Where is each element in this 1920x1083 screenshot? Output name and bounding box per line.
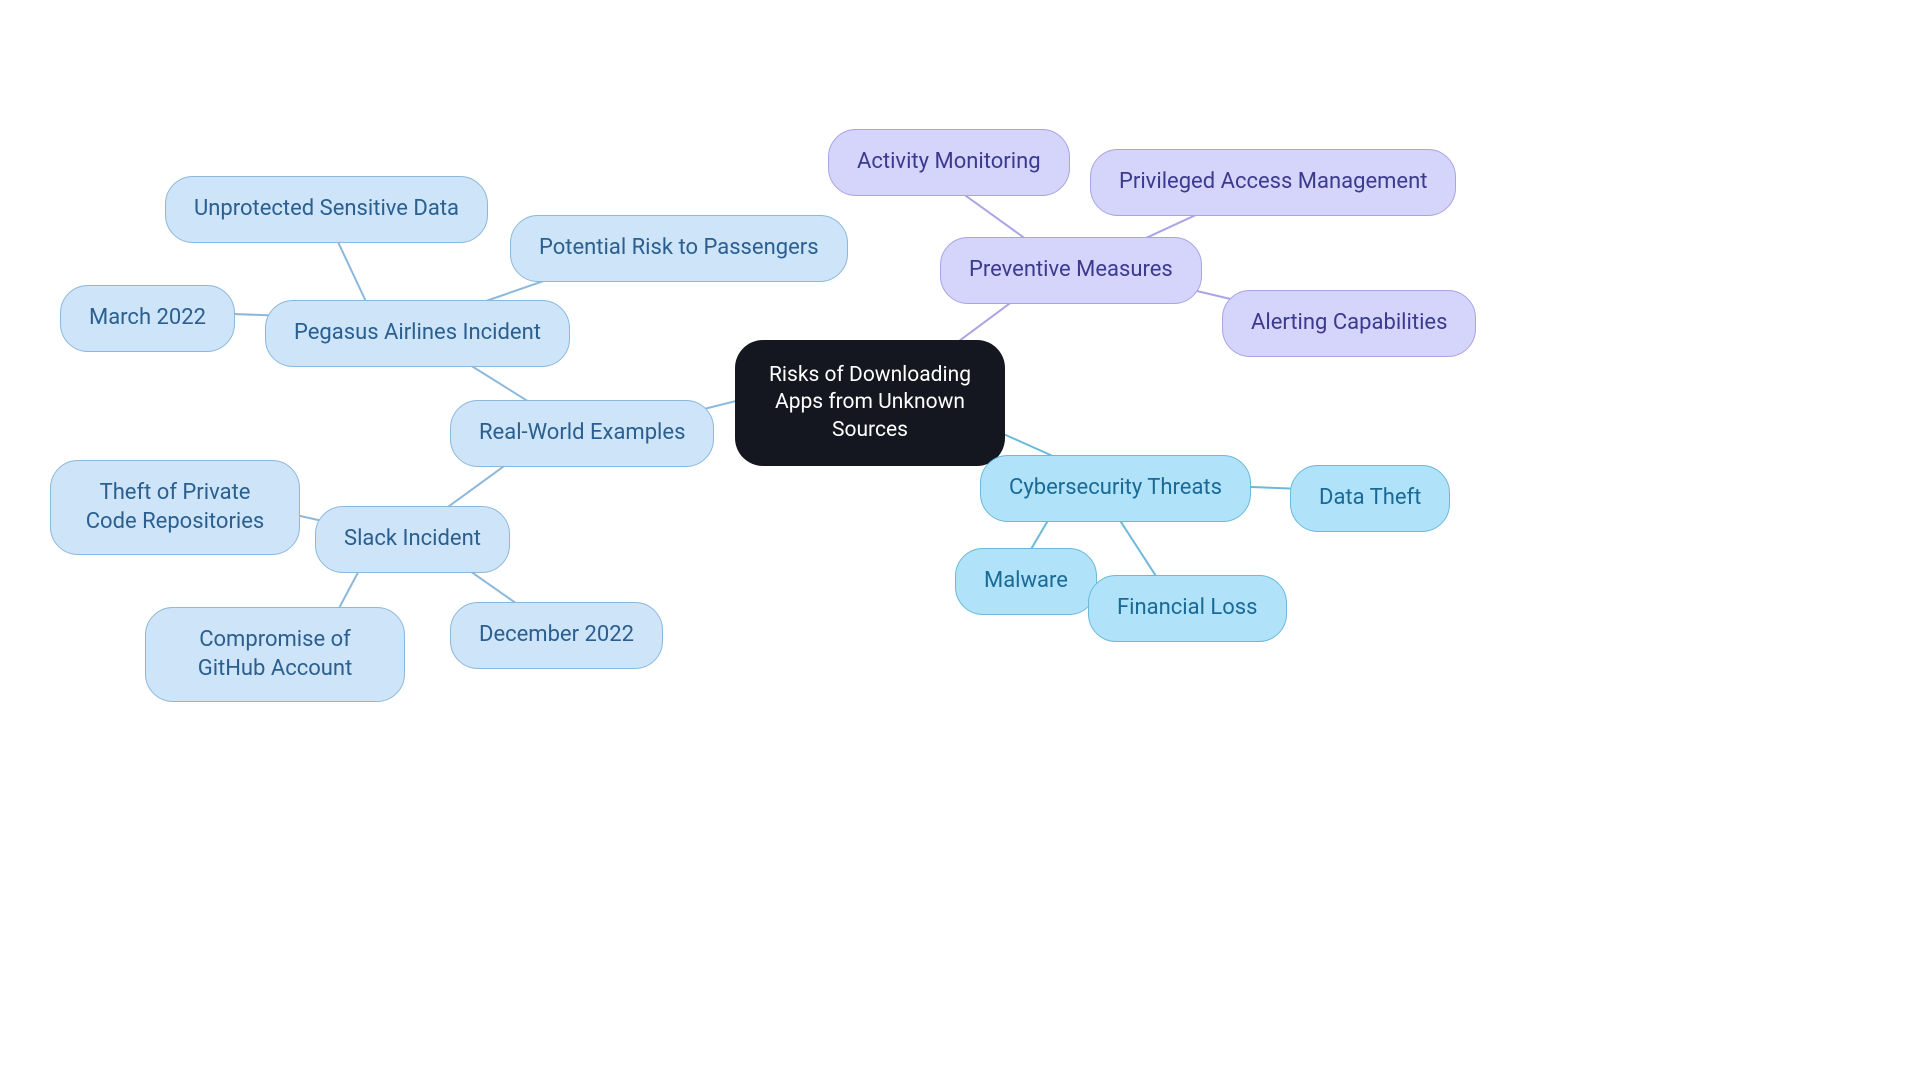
datatheft-label: Data Theft (1319, 484, 1421, 513)
center-label: Risks of Downloading Apps from Unknown S… (765, 362, 975, 444)
node-cybersecurity-threats[interactable]: Cybersecurity Threats (980, 455, 1251, 522)
risk-label: Potential Risk to Passengers (539, 234, 819, 263)
theft-label: Theft of Private Code Repositories (79, 479, 271, 536)
node-alerting-capabilities[interactable]: Alerting Capabilities (1222, 290, 1476, 357)
node-financial-loss[interactable]: Financial Loss (1088, 575, 1287, 642)
activity-label: Activity Monitoring (857, 148, 1041, 177)
center-node[interactable]: Risks of Downloading Apps from Unknown S… (735, 340, 1005, 466)
financial-label: Financial Loss (1117, 594, 1258, 623)
malware-label: Malware (984, 567, 1068, 596)
node-preventive-measures[interactable]: Preventive Measures (940, 237, 1202, 304)
node-december-2022[interactable]: December 2022 (450, 602, 663, 669)
node-compromise-github[interactable]: Compromise of GitHub Account (145, 607, 405, 702)
threats-label: Cybersecurity Threats (1009, 474, 1222, 503)
node-malware[interactable]: Malware (955, 548, 1097, 615)
examples-label: Real-World Examples (479, 419, 685, 448)
node-unprotected-sensitive-data[interactable]: Unprotected Sensitive Data (165, 176, 488, 243)
unprotected-label: Unprotected Sensitive Data (194, 195, 459, 224)
node-data-theft[interactable]: Data Theft (1290, 465, 1450, 532)
node-slack-incident[interactable]: Slack Incident (315, 506, 510, 573)
preventive-label: Preventive Measures (969, 256, 1173, 285)
node-potential-risk-to-passengers[interactable]: Potential Risk to Passengers (510, 215, 848, 282)
github-label: Compromise of GitHub Account (174, 626, 376, 683)
pam-label: Privileged Access Management (1119, 168, 1427, 197)
mindmap-canvas: Risks of Downloading Apps from Unknown S… (0, 0, 1920, 1083)
pegasus-date-label: March 2022 (89, 304, 206, 333)
node-pegasus-airlines-incident[interactable]: Pegasus Airlines Incident (265, 300, 570, 367)
pegasus-label: Pegasus Airlines Incident (294, 319, 541, 348)
node-march-2022[interactable]: March 2022 (60, 285, 235, 352)
node-privileged-access-management[interactable]: Privileged Access Management (1090, 149, 1456, 216)
slack-label: Slack Incident (344, 525, 481, 554)
slack-date-label: December 2022 (479, 621, 634, 650)
alerting-label: Alerting Capabilities (1251, 309, 1447, 338)
node-activity-monitoring[interactable]: Activity Monitoring (828, 129, 1070, 196)
node-theft-private-code[interactable]: Theft of Private Code Repositories (50, 460, 300, 555)
node-real-world-examples[interactable]: Real-World Examples (450, 400, 714, 467)
